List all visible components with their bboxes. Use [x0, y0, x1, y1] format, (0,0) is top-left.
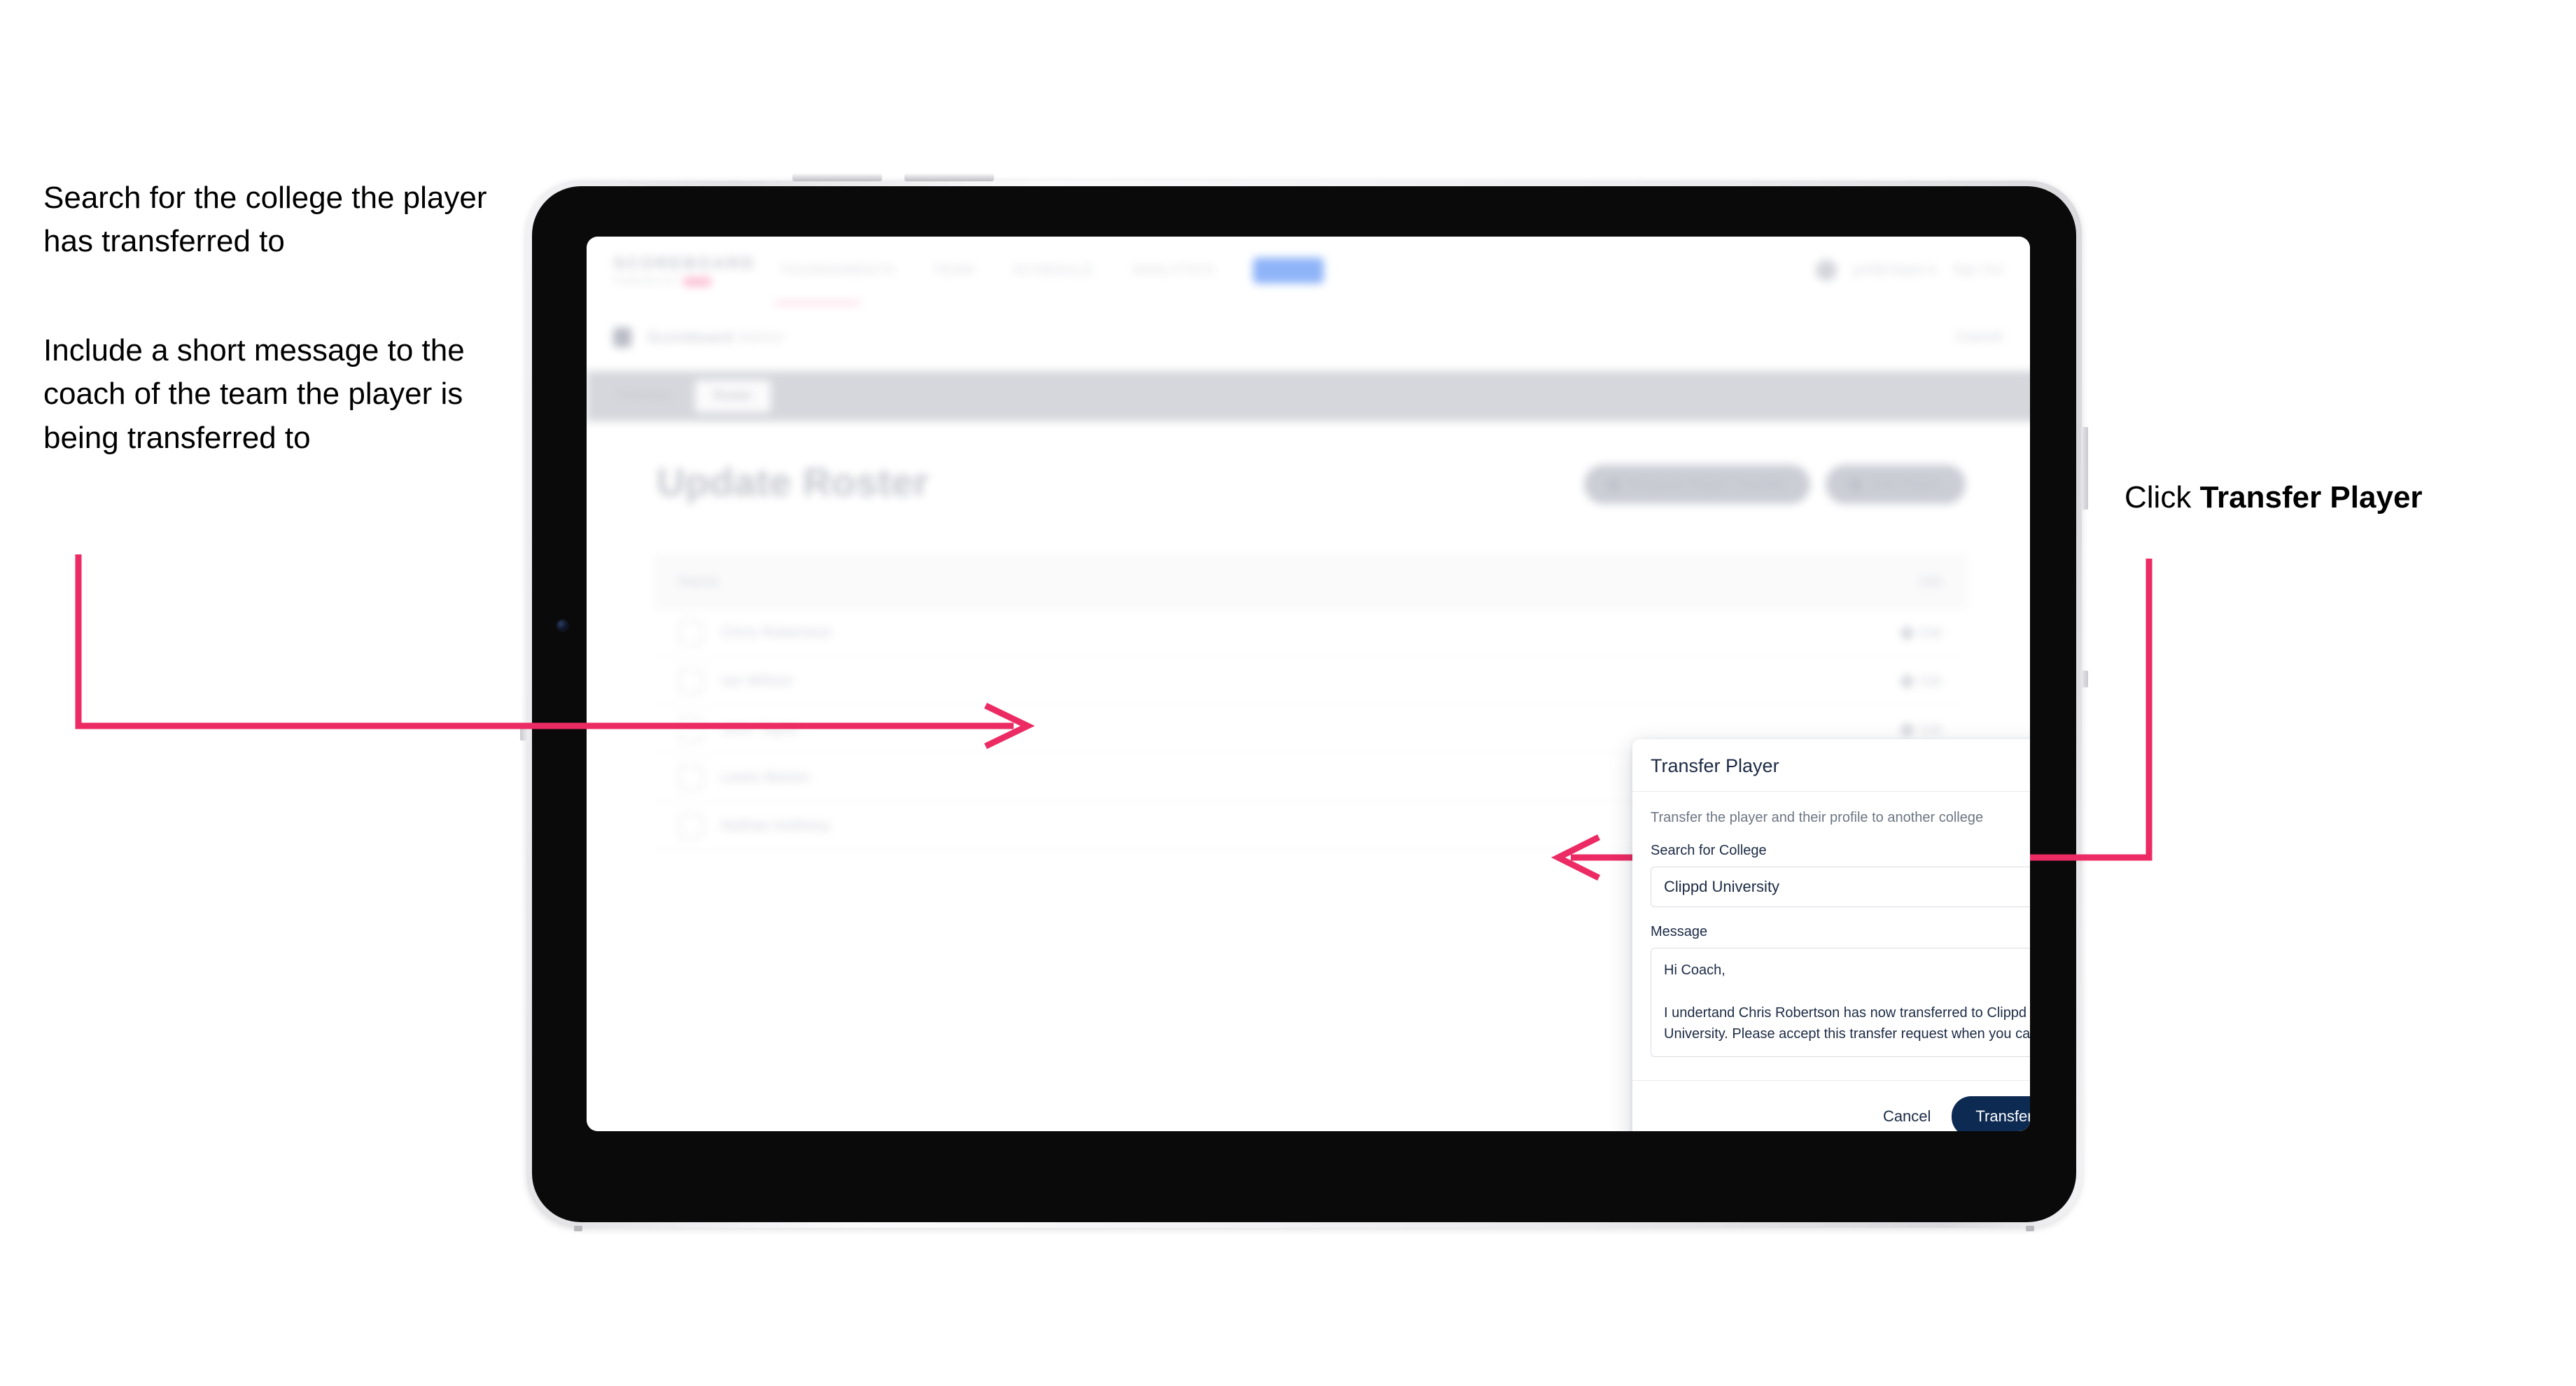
avatar — [679, 668, 703, 694]
header-action-buttons: Request Player Transfer Add Player — [1583, 465, 1966, 504]
player-name: Chris Robertson — [721, 624, 833, 640]
app-top-navigation: SCOREBOARD POWERED BY TOURNAMENTS TEAM S… — [587, 237, 2030, 306]
edit-player-button[interactable]: Edit — [1899, 673, 1942, 689]
modal-footer: Cancel Transfer Player — [1632, 1080, 2030, 1131]
nav-link-schedule[interactable]: SCHEDULE — [1013, 262, 1095, 279]
bottom-antenna-left — [574, 1226, 582, 1231]
annotation-include-message: Include a short message to the coach of … — [43, 333, 465, 455]
nav-link-team[interactable]: TEAM — [933, 262, 975, 279]
plus-icon — [1849, 478, 1862, 491]
nav-link-analytics[interactable]: ANALYTICS — [1133, 262, 1216, 279]
breadcrumb: Scoreboard Admin Cancel — [587, 304, 2030, 372]
tablet-bezel: SCOREBOARD POWERED BY TOURNAMENTS TEAM S… — [532, 186, 2076, 1222]
annotation-click-transfer-player: Click Transfer Player — [2124, 476, 2558, 519]
add-player-button[interactable]: Add Player — [1826, 465, 1966, 504]
modal-body: Transfer the player and their profile to… — [1632, 792, 2030, 1080]
refresh-icon — [1607, 478, 1620, 491]
tab-strip: Overview Roster — [587, 371, 2030, 421]
grid-icon — [613, 328, 631, 347]
pencil-icon — [1899, 673, 1915, 689]
request-player-transfer-button[interactable]: Request Player Transfer — [1583, 465, 1811, 504]
sim-tray — [2081, 671, 2088, 687]
transfer-player-button[interactable]: Transfer Player — [1952, 1096, 2030, 1131]
avatar[interactable] — [1816, 260, 1837, 281]
message-label: Message — [1651, 924, 1708, 939]
edit-label: Edit — [1919, 673, 1942, 688]
bottom-antenna-right — [2026, 1226, 2034, 1231]
tablet-screen: SCOREBOARD POWERED BY TOURNAMENTS TEAM S… — [587, 237, 2030, 1131]
annotation-search-college: Search for the college the player has tr… — [43, 181, 487, 259]
nav-link-tournaments[interactable]: TOURNAMENTS — [780, 262, 895, 279]
app-brand[interactable]: SCOREBOARD POWERED BY — [613, 254, 756, 286]
modal-description: Transfer the player and their profile to… — [1651, 810, 1984, 825]
avatar — [679, 813, 703, 839]
search-college-label: Search for College — [1651, 843, 1767, 858]
transfer-player-modal: Transfer Player Transfer the player and … — [1632, 739, 2030, 1131]
player-name: Ian Wilson — [721, 673, 794, 689]
avatar — [679, 765, 703, 790]
modal-title: Transfer Player — [1651, 755, 1779, 776]
left-antenna-band — [520, 725, 527, 741]
table-header-row: Name Edit — [654, 554, 1967, 609]
tab-overview[interactable]: Overview — [599, 380, 691, 412]
avatar — [679, 717, 703, 742]
edit-player-button[interactable]: Edit — [1899, 625, 1942, 640]
breadcrumb-cancel-button[interactable]: Cancel — [1956, 329, 2002, 346]
brand-wordmark: SCOREBOARD — [613, 254, 756, 273]
player-name: Nathan Anthony — [721, 818, 831, 834]
avatar — [679, 620, 703, 645]
player-name: Lewis Barton — [721, 769, 811, 785]
modal-header: Transfer Player — [1632, 739, 2030, 792]
power-button[interactable] — [2081, 427, 2088, 510]
add-player-label: Add Player — [1870, 476, 1942, 492]
column-header-name: Name — [679, 573, 720, 589]
nav-link-list: TOURNAMENTS TEAM SCHEDULE ANALYTICS ADMI… — [780, 257, 1324, 284]
nav-right-cluster: golf@clippd.io Sign Out — [1816, 260, 2003, 281]
volume-up-button[interactable] — [792, 173, 882, 181]
cancel-button[interactable]: Cancel — [1880, 1103, 1933, 1130]
edit-player-button[interactable]: Edit — [1899, 722, 1942, 737]
breadcrumb-current: Admin — [737, 328, 785, 346]
column-header-edit: Edit — [1919, 574, 1942, 589]
volume-down-button[interactable] — [904, 173, 994, 181]
table-row[interactable]: Ian Wilson Edit — [654, 657, 1967, 706]
brand-badge — [682, 276, 713, 286]
edit-label: Edit — [1919, 625, 1942, 640]
table-row[interactable]: Chris Robertson Edit — [654, 609, 1967, 657]
player-name: John Taylor — [721, 721, 800, 737]
tab-roster[interactable]: Roster — [695, 380, 771, 412]
search-college-input[interactable] — [1651, 867, 2030, 907]
nav-link-admin[interactable]: ADMIN — [1253, 257, 1324, 284]
annotation-right-bold: Transfer Player — [2199, 480, 2423, 514]
pencil-icon — [1899, 625, 1915, 640]
nav-user-email: golf@clippd.io — [1852, 262, 1937, 277]
request-player-transfer-label: Request Player Transfer — [1628, 476, 1787, 492]
front-camera-icon — [557, 620, 568, 631]
pencil-icon — [1899, 722, 1915, 737]
breadcrumb-root[interactable]: Scoreboard — [647, 328, 734, 346]
page-title: Update Roster — [657, 460, 930, 504]
annotation-right-prefix: Click — [2124, 480, 2200, 514]
breadcrumb-text: Scoreboard Admin — [647, 328, 785, 346]
message-textarea[interactable]: Hi Coach, I undertand Chris Robertson ha… — [1651, 948, 2030, 1057]
sign-out-link[interactable]: Sign Out — [1952, 262, 2003, 278]
edit-label: Edit — [1919, 722, 1942, 736]
tablet-device-frame: SCOREBOARD POWERED BY TOURNAMENTS TEAM S… — [520, 173, 2088, 1231]
brand-subtitle: POWERED BY — [613, 276, 678, 286]
